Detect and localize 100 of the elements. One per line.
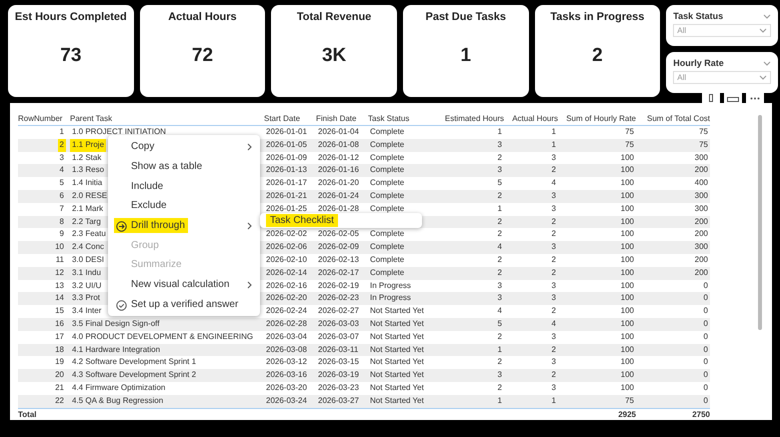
column-header[interactable]: Parent Task xyxy=(70,111,112,125)
table-cell-text: 100 xyxy=(620,330,635,343)
table-cell-text: 100 xyxy=(620,382,635,394)
column-header[interactable]: Actual Hours xyxy=(512,111,558,125)
table-cell-text: 100 xyxy=(620,318,635,330)
table-cell-text: 100 xyxy=(620,266,635,279)
table-cell-text: 1.2 Stak xyxy=(71,152,102,164)
column-header[interactable]: Sum of Total Cost xyxy=(647,111,710,125)
table-cell-text: 3.5 Final Design Sign-off xyxy=(71,318,160,330)
table-cell-text: 6 xyxy=(58,190,65,202)
table-cell-text: 300 xyxy=(694,152,709,164)
menu-item[interactable]: Drill through xyxy=(108,216,260,236)
table-cell-text: 200 xyxy=(694,228,709,240)
table-cell-text: 2026-01-20 xyxy=(317,177,360,190)
column-header[interactable]: RowNumber xyxy=(18,111,62,125)
table-cell-text: 75 xyxy=(624,138,635,151)
menu-item[interactable]: Set up a verified answer xyxy=(108,294,260,314)
menu-item[interactable]: Task Checklist xyxy=(266,214,338,227)
table-cell-text: 0 xyxy=(702,330,709,343)
table-cell-text: 2026-03-15 xyxy=(317,356,360,368)
card-value: 73 xyxy=(60,45,82,67)
table-cell: 2 xyxy=(58,138,66,152)
column-header[interactable]: Task Status xyxy=(368,111,410,125)
table-cell-text: 0 xyxy=(702,318,709,330)
table-cell-text: 100 xyxy=(620,228,635,240)
table-cell-text: 2026-01-17 xyxy=(265,177,308,190)
table-cell-text: Complete xyxy=(369,241,406,254)
table-cell-text: 4.5 QA & Bug Regression xyxy=(71,394,164,407)
column-header[interactable]: Estimated Hours xyxy=(444,111,504,125)
table-cell-text: 100 xyxy=(620,292,635,304)
table-cell-text: 2026-03-04 xyxy=(265,330,308,343)
menu-item[interactable]: Exclude xyxy=(108,196,260,216)
table-cell-text: 100 xyxy=(620,254,635,266)
table-cell-text: Complete xyxy=(369,266,406,279)
menu-item[interactable]: New visual calculation xyxy=(108,274,260,294)
table-cell-text: 100 xyxy=(620,177,635,190)
table-cell-text: 300 xyxy=(694,241,709,254)
table-cell-text: 0 xyxy=(702,382,709,394)
table-cell-text: 2 xyxy=(550,216,557,228)
table-cell-text: Complete xyxy=(369,152,406,164)
table-cell-text: Not Started Yet xyxy=(369,369,425,382)
table-cell-text: 1.3 Reso xyxy=(71,164,106,176)
table-cell-text: 2026-03-20 xyxy=(265,382,308,394)
table-cell-text: 2026-02-20 xyxy=(265,292,308,304)
menu-item[interactable]: Show as a table xyxy=(108,156,260,176)
table-cell-text: 11 xyxy=(54,254,65,266)
table-cell-text: 4.4 Firmware Optimization xyxy=(71,382,166,394)
scrollbar[interactable] xyxy=(758,115,762,330)
table-cell-text: 100 xyxy=(620,216,635,228)
table-cell-text: 3 xyxy=(550,202,557,215)
slicer-title: Task Status xyxy=(673,11,724,21)
table-cell-text: 13 xyxy=(54,280,65,292)
chevron-down-icon xyxy=(763,14,771,18)
table-cell-text: 15 xyxy=(54,305,65,318)
table-cell-text: 2026-02-23 xyxy=(317,292,360,304)
table-cell-text: 3.4 Inter xyxy=(71,305,102,318)
table-cell-text: 100 xyxy=(620,190,635,202)
table-cell-text: 2026-02-09 xyxy=(317,241,360,254)
table-cell-text: 3.2 UI/U xyxy=(71,280,102,292)
table-cell-text: 2026-01-28 xyxy=(317,202,360,215)
card-value: 2 xyxy=(592,45,603,67)
table-cell-text: 3.1 Indu xyxy=(71,266,102,279)
column-header[interactable]: Finish Date xyxy=(316,111,356,125)
table-cell-text: 4.3 Software Development Sprint 2 xyxy=(71,369,198,382)
menu-item[interactable]: Include xyxy=(108,176,260,196)
table-cell-text: Complete xyxy=(369,138,406,151)
slicer-title: Hourly Rate xyxy=(673,58,724,68)
menu-item[interactable]: Copy xyxy=(108,137,260,157)
table-cell-text: Not Started Yet xyxy=(369,318,425,330)
table-cell-text: Not Started Yet xyxy=(369,356,425,368)
column-header[interactable]: Start Date xyxy=(264,111,300,125)
card-value: 72 xyxy=(192,45,214,67)
column-header[interactable]: Sum of Hourly Rate xyxy=(566,111,636,125)
table-cell-text: 4 xyxy=(550,318,557,330)
table-cell-text: 20 xyxy=(54,369,65,382)
table-cell-text: 100 xyxy=(620,344,635,356)
focus-mode-icon[interactable] xyxy=(724,93,742,103)
table-cell-text: 2026-02-10 xyxy=(265,254,308,266)
card-title: Total Revenue xyxy=(296,11,372,23)
table-cell-text: 12 xyxy=(54,266,65,279)
table-cell-text: 3 xyxy=(550,292,557,304)
table-cell-text: 2.0 RESE xyxy=(71,190,108,202)
table-cell-text: 2026-02-05 xyxy=(317,228,360,240)
table-cell-text: 2026-02-13 xyxy=(317,254,360,266)
table-cell-text: Not Started Yet xyxy=(369,394,425,407)
table-cell-text: Not Started Yet xyxy=(369,344,425,356)
table-cell-text: 200 xyxy=(694,216,709,228)
table-cell-text: 2026-02-24 xyxy=(265,305,308,318)
table-cell-text: 4.0 PRODUCT DEVELOPMENT & ENGINEERING xyxy=(71,330,254,343)
table-cell-text: 3 xyxy=(496,138,503,151)
table-cell-text: 2 xyxy=(550,369,557,382)
total-cell: 2750 xyxy=(692,408,710,421)
table-cell-text: 4.2 Software Development Sprint 1 xyxy=(71,356,198,368)
table-cell-text: 200 xyxy=(694,164,709,176)
table-cell-text: 100 xyxy=(620,152,635,164)
table-cell-text: Complete xyxy=(369,164,406,176)
table-cell-text: 2026-03-11 xyxy=(317,344,360,356)
table-cell-text: 2 xyxy=(496,254,503,266)
table-cell-text: Complete xyxy=(369,254,406,266)
table-cell-text: 2026-03-16 xyxy=(265,369,308,382)
